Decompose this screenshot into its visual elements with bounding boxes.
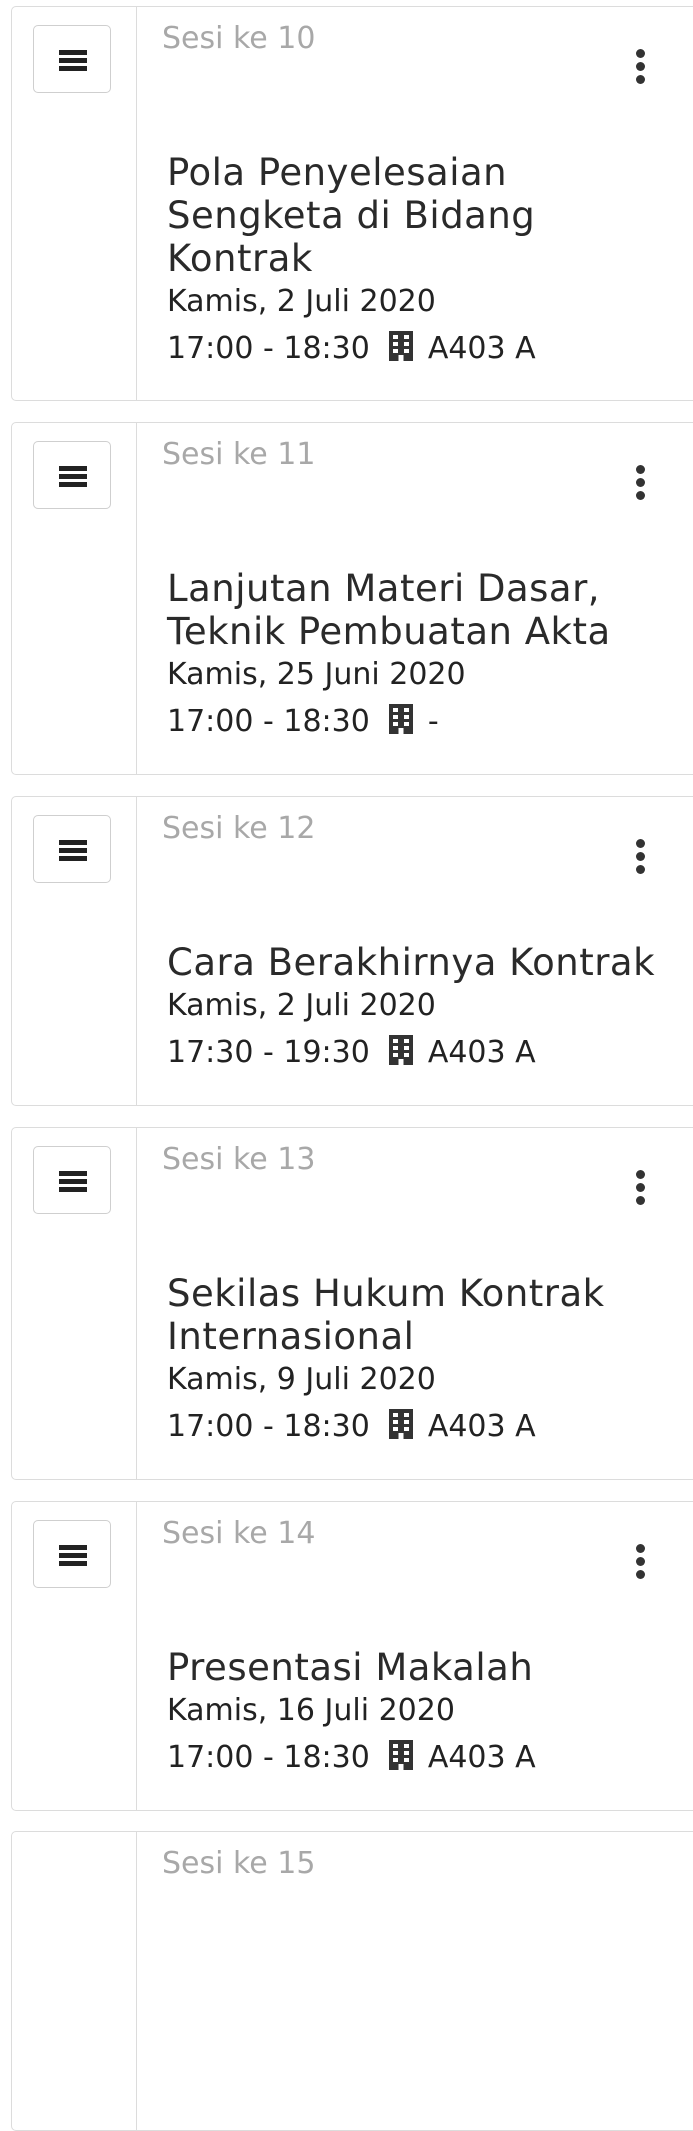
kebab-menu-icon[interactable] [629,835,653,879]
drag-handle-button[interactable] [33,441,111,509]
hamburger-icon [59,838,87,862]
session-card[interactable]: Sesi ke 10 Pola Penyelesaian Sengketa di… [11,6,693,401]
session-room: - [427,704,439,739]
session-date: Kamis, 9 Juli 2020 [167,1362,436,1397]
session-room: A403 A [427,1035,536,1070]
session-title: Lanjutan Materi Dasar, Teknik Pembuatan … [167,567,611,653]
session-time-room: 17:00 - 18:30 - [167,703,693,740]
session-time-room: 17:00 - 18:30 A403 A [167,330,693,367]
kebab-menu-icon[interactable] [629,461,653,505]
session-card[interactable]: Sesi ke 15 [11,1831,693,2131]
kebab-menu-icon[interactable] [629,1540,653,1584]
hamburger-icon [59,1543,87,1567]
session-time: 17:00 - 18:30 [167,704,370,739]
drag-handle-button[interactable] [33,815,111,883]
session-date: Kamis, 16 Juli 2020 [167,1693,455,1728]
session-number: Sesi ke 13 [162,1142,316,1177]
session-number: Sesi ke 11 [162,437,316,472]
session-time: 17:30 - 19:30 [167,1035,370,1070]
session-title: Pola Penyelesaian Sengketa di Bidang Kon… [167,151,536,280]
session-date: Kamis, 2 Juli 2020 [167,284,436,319]
drag-column [12,797,137,1105]
session-number: Sesi ke 10 [162,21,316,56]
session-time: 17:00 - 18:30 [167,1409,370,1444]
session-card[interactable]: Sesi ke 14 Presentasi Makalah Kamis, 16 … [11,1501,693,1811]
session-number: Sesi ke 12 [162,811,316,846]
session-room: A403 A [427,1409,536,1444]
session-title: Sekilas Hukum Kontrak Internasional [167,1272,605,1358]
session-time: 17:00 - 18:30 [167,331,370,366]
session-details: Sekilas Hukum Kontrak Internasional Kami… [167,1272,693,1445]
drag-handle-button[interactable] [33,25,111,93]
session-list: Sesi ke 10 Pola Penyelesaian Sengketa di… [0,0,693,2131]
kebab-menu-icon[interactable] [629,45,653,89]
kebab-menu-icon[interactable] [629,1166,653,1210]
session-details: Cara Berakhirnya Kontrak Kamis, 2 Juli 2… [167,941,693,1071]
building-icon [388,1409,413,1439]
session-room: A403 A [427,331,536,366]
session-card[interactable]: Sesi ke 12 Cara Berakhirnya Kontrak Kami… [11,796,693,1106]
session-time-room: 17:00 - 18:30 A403 A [167,1739,693,1776]
drag-column [12,423,137,774]
hamburger-icon [59,48,87,72]
session-time: 17:00 - 18:30 [167,1740,370,1775]
session-details: Pola Penyelesaian Sengketa di Bidang Kon… [167,151,693,367]
drag-column [12,7,137,400]
session-number: Sesi ke 14 [162,1516,316,1551]
session-details: Presentasi Makalah Kamis, 16 Juli 2020 1… [167,1646,693,1776]
drag-column [12,1502,137,1810]
session-time-room: 17:00 - 18:30 A403 A [167,1408,693,1445]
drag-handle-button[interactable] [33,1146,111,1214]
session-card[interactable]: Sesi ke 11 Lanjutan Materi Dasar, Teknik… [11,422,693,775]
session-details: Lanjutan Materi Dasar, Teknik Pembuatan … [167,567,693,740]
drag-handle-button[interactable] [33,1520,111,1588]
building-icon [388,1035,413,1065]
session-date: Kamis, 25 Juni 2020 [167,657,466,692]
building-icon [388,704,413,734]
drag-column [12,1128,137,1479]
building-icon [388,1740,413,1770]
session-number: Sesi ke 15 [162,1846,316,1881]
hamburger-icon [59,1169,87,1193]
building-icon [388,331,413,361]
session-date: Kamis, 2 Juli 2020 [167,988,436,1023]
drag-column [12,1832,137,2130]
session-card[interactable]: Sesi ke 13 Sekilas Hukum Kontrak Interna… [11,1127,693,1480]
hamburger-icon [59,464,87,488]
session-time-room: 17:30 - 19:30 A403 A [167,1034,693,1071]
session-title: Presentasi Makalah [167,1646,534,1689]
session-room: A403 A [427,1740,536,1775]
session-title: Cara Berakhirnya Kontrak [167,941,656,984]
